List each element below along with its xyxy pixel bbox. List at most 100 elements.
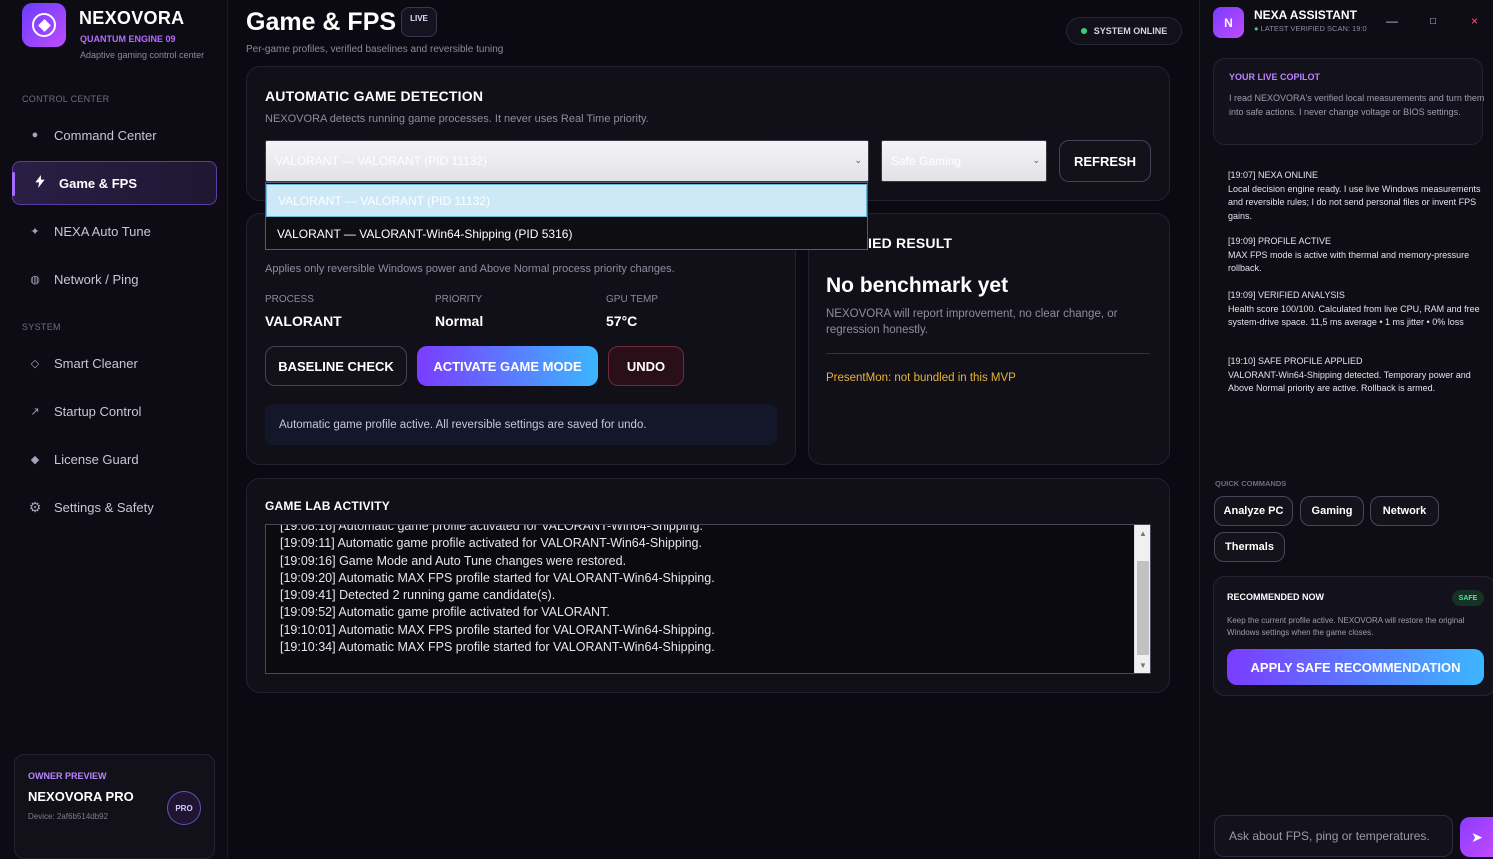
sidebar: NEXOVORA QUANTUM ENGINE 09 Adaptive gami… xyxy=(0,0,228,859)
profile-status-message: Automatic game profile active. All rever… xyxy=(265,404,777,445)
log-line: [19:09:11] Automatic game profile activa… xyxy=(280,536,702,551)
circle-icon: ● xyxy=(31,129,39,141)
process-label: PROCESS xyxy=(265,294,314,305)
brand-name: NEXOVORA xyxy=(79,8,185,28)
scroll-down-icon[interactable]: ▼ xyxy=(1135,657,1150,673)
owner-label: OWNER PREVIEW xyxy=(28,771,107,781)
assistant-title: NEXA ASSISTANT xyxy=(1254,8,1357,22)
copilot-text: I read NEXOVORA's verified local measure… xyxy=(1229,93,1485,117)
quick-command-gaming[interactable]: Gaming xyxy=(1300,496,1364,526)
close-icon[interactable]: × xyxy=(1471,14,1478,28)
undo-button[interactable]: UNDO xyxy=(608,346,684,386)
process-value: VALORANT xyxy=(265,313,342,329)
sidebar-item-network[interactable]: ◍ Network / Ping xyxy=(12,257,217,301)
game-select-value: VALORANT — VALORANT (PID 11132) xyxy=(275,154,488,168)
status-dot-icon xyxy=(1080,28,1087,34)
message-body: MAX FPS mode is active with thermal and … xyxy=(1228,249,1470,274)
log-line: [19:09:20] Automatic MAX FPS profile sta… xyxy=(280,570,715,585)
gpu-temp-label: GPU TEMP xyxy=(606,294,659,305)
baseline-check-button[interactable]: BASELINE CHECK xyxy=(265,346,407,386)
gear-icon: ⚙ xyxy=(28,498,42,515)
copilot-card: YOUR LIVE COPILOT I read NEXOVORA's veri… xyxy=(1213,58,1485,145)
message-body: Local decision engine ready. I use live … xyxy=(1228,183,1481,221)
recommendation-text: Keep the current profile active. NEXOVOR… xyxy=(1227,616,1465,637)
activate-game-mode-button[interactable]: ACTIVATE GAME MODE xyxy=(417,346,598,386)
assistant-avatar: N xyxy=(1213,7,1244,38)
game-select[interactable]: VALORANT — VALORANT (PID 11132) ⌄ xyxy=(265,140,869,182)
sidebar-item-label: Smart Cleaner xyxy=(54,355,138,371)
message-body: Health score 100/100. Calculated from li… xyxy=(1228,303,1480,328)
assistant-message: [19:07] NEXA ONLINE Local decision engin… xyxy=(1228,169,1484,223)
sidebar-item-license-guard[interactable]: ◆ License Guard xyxy=(12,437,217,481)
apply-recommendation-button[interactable]: APPLY SAFE RECOMMENDATION xyxy=(1227,649,1484,685)
sidebar-item-label: Network / Ping xyxy=(54,271,139,287)
sparkle-icon: ✦ xyxy=(30,225,40,238)
safe-badge: SAFE xyxy=(1452,590,1484,606)
sidebar-item-label: Command Center xyxy=(54,127,157,143)
assistant-message: [19:09] VERIFIED ANALYSIS Health score 1… xyxy=(1228,289,1484,330)
sidebar-item-settings[interactable]: ⚙ Settings & Safety xyxy=(12,485,217,529)
message-head: [19:10] SAFE PROFILE APPLIED xyxy=(1228,356,1363,366)
quick-command-thermals[interactable]: Thermals xyxy=(1214,532,1285,562)
log-scrollbar[interactable]: ▲ ▼ xyxy=(1134,525,1150,673)
page-subtitle: Per-game profiles, verified baselines an… xyxy=(246,44,504,55)
sidebar-item-command-center[interactable]: ● Command Center xyxy=(12,113,217,157)
detection-description: NEXOVORA detects running game processes.… xyxy=(265,113,649,125)
assistant-subtitle: ● LATEST VERIFIED SCAN: 19:0 xyxy=(1254,24,1372,33)
sidebar-item-auto-tune[interactable]: ✦ NEXA Auto Tune xyxy=(12,209,217,253)
assistant-chat-input[interactable] xyxy=(1214,815,1453,857)
log-line: [19:09:41] Detected 2 running game candi… xyxy=(280,588,556,603)
brand-engine: QUANTUM ENGINE 09 xyxy=(80,34,176,44)
scrollbar-thumb[interactable] xyxy=(1137,561,1149,655)
dropdown-option-selected[interactable]: VALORANT — VALORANT (PID 11132) xyxy=(266,184,867,217)
log-line: [19:09:16] Game Mode and Auto Tune chang… xyxy=(280,553,627,568)
detection-title: AUTOMATIC GAME DETECTION xyxy=(265,88,484,104)
sidebar-item-label: NEXA Auto Tune xyxy=(54,223,151,239)
scroll-up-icon[interactable]: ▲ xyxy=(1135,525,1150,541)
quick-command-analyze[interactable]: Analyze PC xyxy=(1214,496,1293,526)
priority-label: PRIORITY xyxy=(435,294,483,305)
page-title: Game & FPS xyxy=(246,8,397,36)
assistant-message: [19:09] PROFILE ACTIVE MAX FPS mode is a… xyxy=(1228,235,1484,276)
quick-command-network[interactable]: Network xyxy=(1370,496,1439,526)
activity-log-lines: [19:08:16] Automatic game profile activa… xyxy=(280,524,715,656)
brand-tagline: Adaptive gaming control center xyxy=(80,50,205,60)
sidebar-item-game-fps[interactable]: Game & FPS xyxy=(12,161,217,205)
copilot-title: YOUR LIVE COPILOT xyxy=(1229,72,1321,82)
benchmark-card-title: IED RESULT xyxy=(868,235,953,251)
activity-title: GAME LAB ACTIVITY xyxy=(265,499,390,513)
brand-logo-icon xyxy=(22,3,66,47)
sidebar-item-label: Game & FPS xyxy=(59,175,138,191)
quick-commands-label: QUICK COMMANDS xyxy=(1215,479,1287,488)
recommendation-title: RECOMMENDED NOW xyxy=(1227,592,1324,602)
mode-select-value: Safe Gaming xyxy=(891,154,962,168)
presentmon-note: PresentMon: not bundled in this MVP xyxy=(826,372,1016,384)
send-icon[interactable]: ➤ xyxy=(1460,817,1493,857)
assistant-scan-time: LATEST VERIFIED SCAN: 19:0 xyxy=(1260,24,1367,33)
dropdown-option[interactable]: VALORANT — VALORANT-Win64-Shipping (PID … xyxy=(266,217,867,250)
sidebar-item-label: Startup Control xyxy=(54,403,142,419)
minimize-icon[interactable]: — xyxy=(1386,14,1398,28)
benchmark-description: NEXOVORA will report improvement, no cle… xyxy=(826,308,1118,336)
activity-log[interactable]: [19:08:16] Automatic game profile activa… xyxy=(265,524,1151,674)
recommendation-card: RECOMMENDED NOW SAFE Keep the current pr… xyxy=(1213,576,1493,696)
chevron-down-icon: ⌄ xyxy=(1032,155,1040,165)
diamond-icon: ◇ xyxy=(30,357,40,370)
mode-select[interactable]: Safe Gaming ⌄ xyxy=(881,140,1047,182)
maximize-icon[interactable]: □ xyxy=(1430,16,1436,27)
log-line: [19:08:16] Automatic game profile activa… xyxy=(280,524,703,533)
system-status-label: SYSTEM ONLINE xyxy=(1093,26,1168,36)
chevron-down-icon: ⌄ xyxy=(854,155,862,165)
sidebar-item-startup-control[interactable]: ↗ Startup Control xyxy=(12,389,217,433)
network-icon: ◍ xyxy=(30,273,40,286)
arrow-icon: ↗ xyxy=(30,405,40,418)
nav-section-control: CONTROL CENTER xyxy=(22,94,110,104)
pro-badge: PRO xyxy=(167,791,201,825)
assistant-message: [19:10] SAFE PROFILE APPLIED VALORANT-Wi… xyxy=(1228,355,1484,396)
sidebar-item-label: Settings & Safety xyxy=(54,499,154,515)
assistant-panel: N NEXA ASSISTANT ● LATEST VERIFIED SCAN:… xyxy=(1199,0,1493,859)
bolt-icon xyxy=(31,175,49,191)
benchmark-card xyxy=(808,213,1170,465)
sidebar-item-smart-cleaner[interactable]: ◇ Smart Cleaner xyxy=(12,341,217,385)
refresh-button[interactable]: REFRESH xyxy=(1059,140,1151,182)
